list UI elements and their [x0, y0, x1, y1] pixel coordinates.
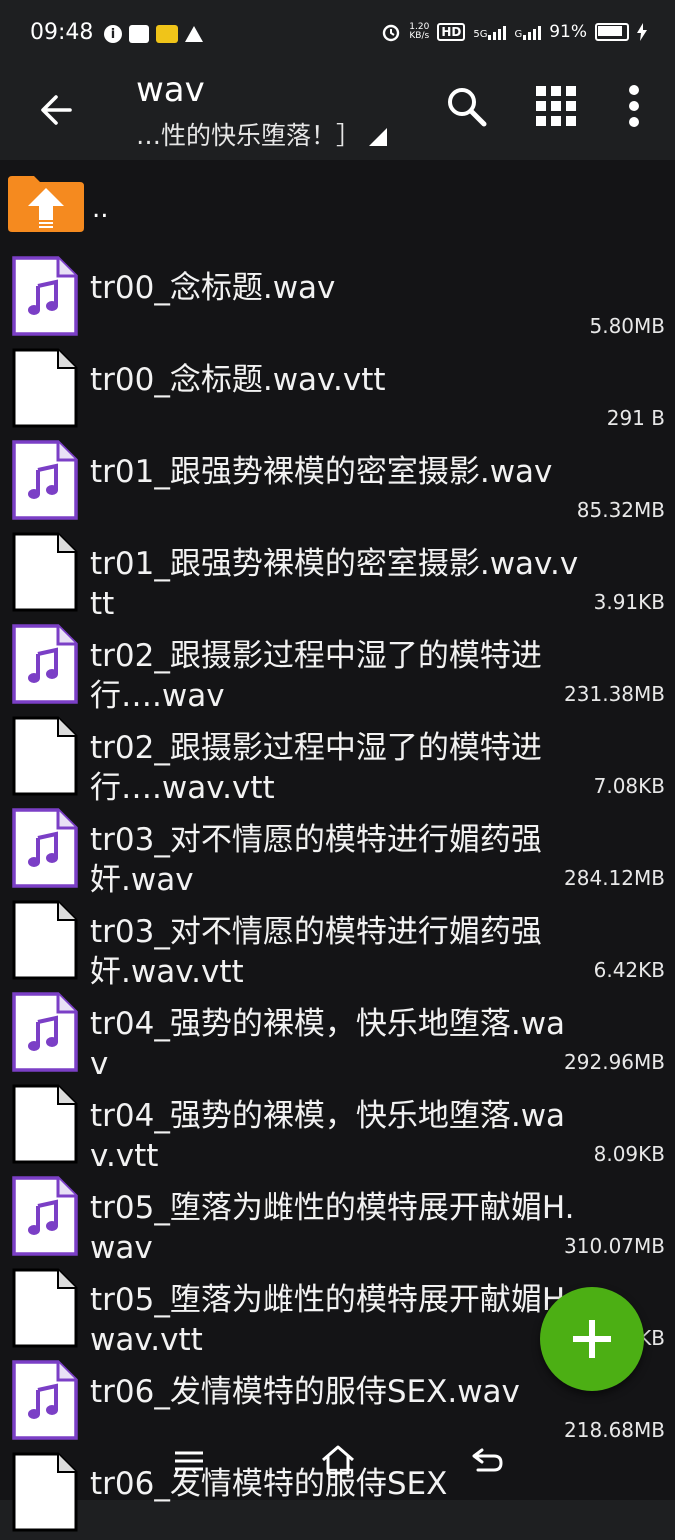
audio-file-icon: [12, 624, 78, 704]
audio-file-icon: [12, 1176, 78, 1256]
file-name: tr04_强势的裸模，快乐地堕落.wav.vtt: [90, 1098, 566, 1174]
home-icon[interactable]: [320, 1444, 356, 1476]
navigation-bar: [0, 1440, 675, 1500]
file-name: tr00_念标题.wav.vtt: [90, 362, 386, 398]
file-name: tr05_堕落为雌性的模特展开献媚H.wav.vtt: [90, 1282, 575, 1358]
dropdown-triangle-icon: [369, 128, 388, 146]
warning-icon: [185, 26, 203, 42]
alarm-icon: [383, 24, 400, 42]
audio-file-icon: [12, 992, 78, 1072]
search-icon[interactable]: [444, 84, 488, 128]
file-size: 284.12MB: [564, 866, 665, 890]
audio-file-icon: [12, 808, 78, 888]
file-row[interactable]: tr02_跟摄影过程中湿了的模特进行….wav.vtt 7.08KB: [0, 712, 675, 806]
status-bar: 09:48 i 1.20 KB/s HD 5G G 91%: [0, 0, 675, 68]
arrow-left-icon[interactable]: [36, 90, 76, 130]
parent-directory-row[interactable]: ..: [0, 160, 675, 242]
file-size: 218.68MB: [564, 1418, 665, 1442]
app-badge-icon: [156, 25, 178, 43]
audio-file-icon: [12, 256, 78, 336]
file-row[interactable]: tr02_跟摄影过程中湿了的模特进行….wav 231.38MB: [0, 620, 675, 714]
page-title: wav: [136, 70, 205, 110]
path-selector[interactable]: …性的快乐堕落！］: [136, 116, 388, 152]
file-name: tr06_发情模特的服侍SEX.wav: [90, 1374, 520, 1410]
file-row[interactable]: tr03_对不情愿的模特进行媚药强奸.wav.vtt 6.42KB: [0, 896, 675, 990]
more-vert-icon[interactable]: [626, 84, 642, 128]
file-name: tr01_跟强势裸模的密室摄影.wav: [90, 454, 553, 490]
file-size: 8.09KB: [593, 1142, 665, 1166]
file-name: tr02_跟摄影过程中湿了的模特进行….wav: [90, 638, 542, 714]
file-size: 85.32MB: [576, 498, 665, 522]
file-size: 7.08KB: [593, 774, 665, 798]
file-name: tr05_堕落为雌性的模特展开献媚H.wav: [90, 1190, 575, 1266]
file-size: 3.91KB: [593, 590, 665, 614]
audio-file-icon: [12, 440, 78, 520]
file-row[interactable]: tr01_跟强势裸模的密室摄影.wav.vtt 3.91KB: [0, 528, 675, 622]
document-file-icon: [12, 1268, 78, 1348]
file-name: tr00_念标题.wav: [90, 270, 336, 306]
hd-badge: HD: [437, 23, 466, 41]
battery-percent: 91%: [549, 22, 587, 42]
status-time: 09:48: [30, 20, 94, 45]
file-size: 310.07MB: [564, 1234, 665, 1258]
file-name: tr01_跟强势裸模的密室摄影.wav.vtt: [90, 546, 579, 622]
folder-up-icon: [8, 176, 84, 232]
file-row[interactable]: tr01_跟强势裸模的密室摄影.wav 85.32MB: [0, 436, 675, 528]
back-nav-icon[interactable]: [470, 1446, 504, 1474]
file-name: tr02_跟摄影过程中湿了的模特进行….wav.vtt: [90, 730, 542, 806]
file-row[interactable]: tr05_堕落为雌性的模特展开献媚H.wav 310.07MB: [0, 1172, 675, 1266]
parent-label: ..: [92, 194, 109, 224]
file-size: 291 B: [606, 406, 665, 430]
document-file-icon: [12, 1084, 78, 1164]
file-size: 6.42KB: [593, 958, 665, 982]
file-name: tr04_强势的裸模，快乐地堕落.wav: [90, 1006, 566, 1082]
path-subtitle: …性的快乐堕落！］: [136, 121, 362, 150]
file-row[interactable]: tr04_强势的裸模，快乐地堕落.wav.vtt 8.09KB: [0, 1080, 675, 1174]
file-name: tr03_对不情愿的模特进行媚药强奸.wav: [90, 822, 542, 898]
signal-5g: 5G: [473, 24, 507, 40]
file-size: 231.38MB: [564, 682, 665, 706]
charging-icon: [637, 23, 647, 41]
notification-icons: i: [104, 24, 203, 44]
file-size: 5.80MB: [589, 314, 665, 338]
menu-icon[interactable]: [174, 1450, 204, 1472]
battery-icon: [595, 23, 629, 41]
document-file-icon: [12, 348, 78, 428]
signal-g: G: [514, 24, 542, 40]
file-size: 292.96MB: [564, 1050, 665, 1074]
status-indicators: 1.20 KB/s HD 5G G 91%: [381, 22, 647, 42]
document-file-icon: [12, 532, 78, 612]
add-button[interactable]: [540, 1287, 644, 1391]
app-bar: wav …性的快乐堕落！］: [0, 68, 675, 158]
document-file-icon: [12, 900, 78, 980]
audio-file-icon: [12, 1360, 78, 1440]
network-speed: 1.20 KB/s: [409, 22, 430, 41]
app-notification-icon: [129, 25, 149, 43]
file-row[interactable]: tr00_念标题.wav.vtt 291 B: [0, 344, 675, 436]
file-row[interactable]: tr04_强势的裸模，快乐地堕落.wav 292.96MB: [0, 988, 675, 1082]
signal-bars-icon: [523, 24, 542, 40]
info-icon: i: [104, 25, 122, 43]
signal-bars-icon: [488, 24, 507, 40]
file-row[interactable]: tr00_念标题.wav 5.80MB: [0, 252, 675, 344]
document-file-icon: [12, 716, 78, 796]
grid-view-icon[interactable]: [534, 84, 578, 128]
file-name: tr03_对不情愿的模特进行媚药强奸.wav.vtt: [90, 914, 542, 990]
file-row[interactable]: tr03_对不情愿的模特进行媚药强奸.wav 284.12MB: [0, 804, 675, 898]
